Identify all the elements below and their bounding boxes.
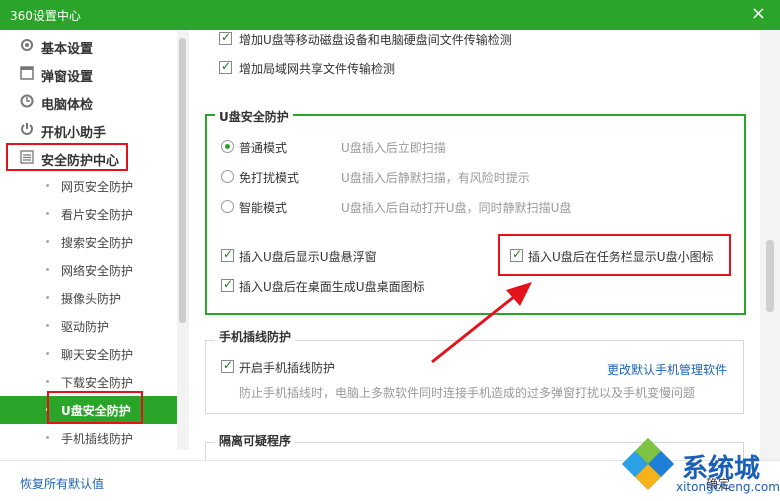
bullet-icon — [46, 296, 49, 299]
sub-item-label: 聊天安全防护 — [61, 348, 134, 362]
bullet-icon — [46, 436, 49, 439]
bullet-icon — [46, 324, 49, 327]
section-title: 手机插线防护 — [215, 328, 296, 345]
bullet-icon — [46, 380, 49, 383]
checkup-icon — [20, 94, 34, 108]
check-icon: ✓ — [223, 358, 234, 372]
bullet-icon — [46, 184, 49, 187]
sidebar-item-label: 基本设置 — [41, 42, 94, 57]
option-label: 开启手机插线防护 — [239, 361, 336, 375]
check-icon: ✓ — [221, 59, 232, 73]
sub-item-label: 网页安全防护 — [61, 180, 134, 194]
mode-desc: U盘插入后自动打开U盘，同时静默扫描U盘 — [341, 201, 572, 215]
annotation-arrow-icon — [431, 282, 532, 364]
sub-item-web[interactable]: 网页安全防护 — [0, 172, 177, 200]
radio-smart-mode[interactable] — [221, 200, 234, 213]
window-title: 360设置中心 — [10, 9, 81, 23]
radio-quiet-mode[interactable] — [221, 170, 234, 183]
title-bar: 360设置中心 × — [0, 0, 780, 30]
sub-item-phone[interactable]: 手机插线防护 — [0, 424, 177, 452]
option-label: 增加局域网共享文件传输检测 — [239, 62, 396, 76]
checkbox-lan-transfer[interactable]: ✓ — [219, 59, 232, 74]
sidebar-item-basic[interactable]: 基本设置 — [0, 32, 177, 60]
bullet-icon — [46, 268, 49, 271]
mode-label: 智能模式 — [239, 201, 288, 215]
sub-item-label: 驱动防护 — [61, 320, 110, 334]
option-label: 插入U盘后在桌面生成U盘桌面图标 — [239, 280, 425, 294]
sub-item-label: 手机插线防护 — [61, 432, 134, 446]
bullet-icon — [46, 212, 49, 215]
sidebar: 基本设置 弹窗设置 电脑体检 开机小助手 安全防护中心 网页安全防护 看片安全防… — [0, 30, 177, 450]
sub-item-label: 下载安全防护 — [61, 376, 134, 390]
content-scrollbar-thumb[interactable] — [766, 240, 774, 312]
check-icon: ✓ — [223, 247, 234, 261]
check-icon: ✓ — [223, 277, 234, 291]
checkbox-usb-disk-transfer[interactable]: ✓ — [219, 30, 232, 45]
sidebar-item-label: 开机小助手 — [41, 126, 107, 141]
sub-item-video[interactable]: 看片安全防护 — [0, 200, 177, 228]
sidebar-scrollbar-thumb[interactable] — [179, 38, 186, 323]
sub-item-driver[interactable]: 驱动防护 — [0, 312, 177, 340]
bullet-icon — [46, 352, 49, 355]
sub-item-network[interactable]: 网络安全防护 — [0, 256, 177, 284]
phone-desc: 防止手机插线时，电脑上多款软件同时连接手机造成的过多弹窗打扰以及手机变慢问题 — [239, 386, 696, 400]
sub-item-label: 看片安全防护 — [61, 208, 134, 222]
check-icon: ✓ — [221, 30, 232, 44]
option-label: 增加U盘等移动磁盘设备和电脑硬盘间文件传输检测 — [239, 33, 512, 47]
sub-item-label: 网络安全防护 — [61, 264, 134, 278]
sub-item-label: 摄像头防护 — [61, 292, 122, 306]
mode-label: 普通模式 — [239, 141, 288, 155]
sidebar-item-popup[interactable]: 弹窗设置 — [0, 60, 177, 88]
restore-defaults-link[interactable]: 恢复所有默认值 — [20, 475, 104, 492]
radio-normal-mode[interactable] — [221, 140, 234, 153]
sub-item-search[interactable]: 搜索安全防护 — [0, 228, 177, 256]
section-title: U盘安全防护 — [215, 108, 293, 125]
checkbox-phone-protection[interactable]: ✓ — [221, 358, 234, 373]
sub-item-label: 搜索安全防护 — [61, 236, 134, 250]
sub-item-chat[interactable]: 聊天安全防护 — [0, 340, 177, 368]
close-icon[interactable]: × — [751, 3, 766, 25]
highlight-box-usb — [47, 391, 143, 424]
change-phone-manager-link[interactable]: 更改默认手机管理软件 — [607, 361, 727, 378]
sidebar-item-label: 电脑体检 — [41, 98, 94, 113]
sub-item-camera[interactable]: 摄像头防护 — [0, 284, 177, 312]
radio-selected-icon — [225, 144, 230, 149]
section-title: 隔离可疑程序 — [215, 432, 296, 449]
mode-label: 免打扰模式 — [239, 171, 300, 185]
watermark-logo: 系统城 xitongcheng.com — [590, 420, 780, 500]
brand-url: xitongcheng.com — [676, 480, 780, 494]
option-label: 插入U盘后显示U盘悬浮窗 — [239, 250, 377, 264]
mode-desc: U盘插入后静默扫描，有风险时提示 — [341, 171, 530, 185]
sidebar-item-boot-helper[interactable]: 开机小助手 — [0, 116, 177, 144]
sidebar-item-label: 弹窗设置 — [41, 70, 94, 85]
power-icon — [21, 123, 33, 135]
bullet-icon — [46, 240, 49, 243]
mode-desc: U盘插入后立即扫描 — [341, 141, 446, 155]
checkbox-usb-desktop-icon[interactable]: ✓ — [221, 277, 234, 292]
window-icon — [20, 66, 34, 80]
highlight-box-security-center — [6, 143, 128, 171]
sidebar-item-checkup[interactable]: 电脑体检 — [0, 88, 177, 116]
gear-icon — [21, 39, 33, 51]
brand-logo-icon — [622, 438, 674, 490]
checkbox-usb-float-window[interactable]: ✓ — [221, 247, 234, 262]
